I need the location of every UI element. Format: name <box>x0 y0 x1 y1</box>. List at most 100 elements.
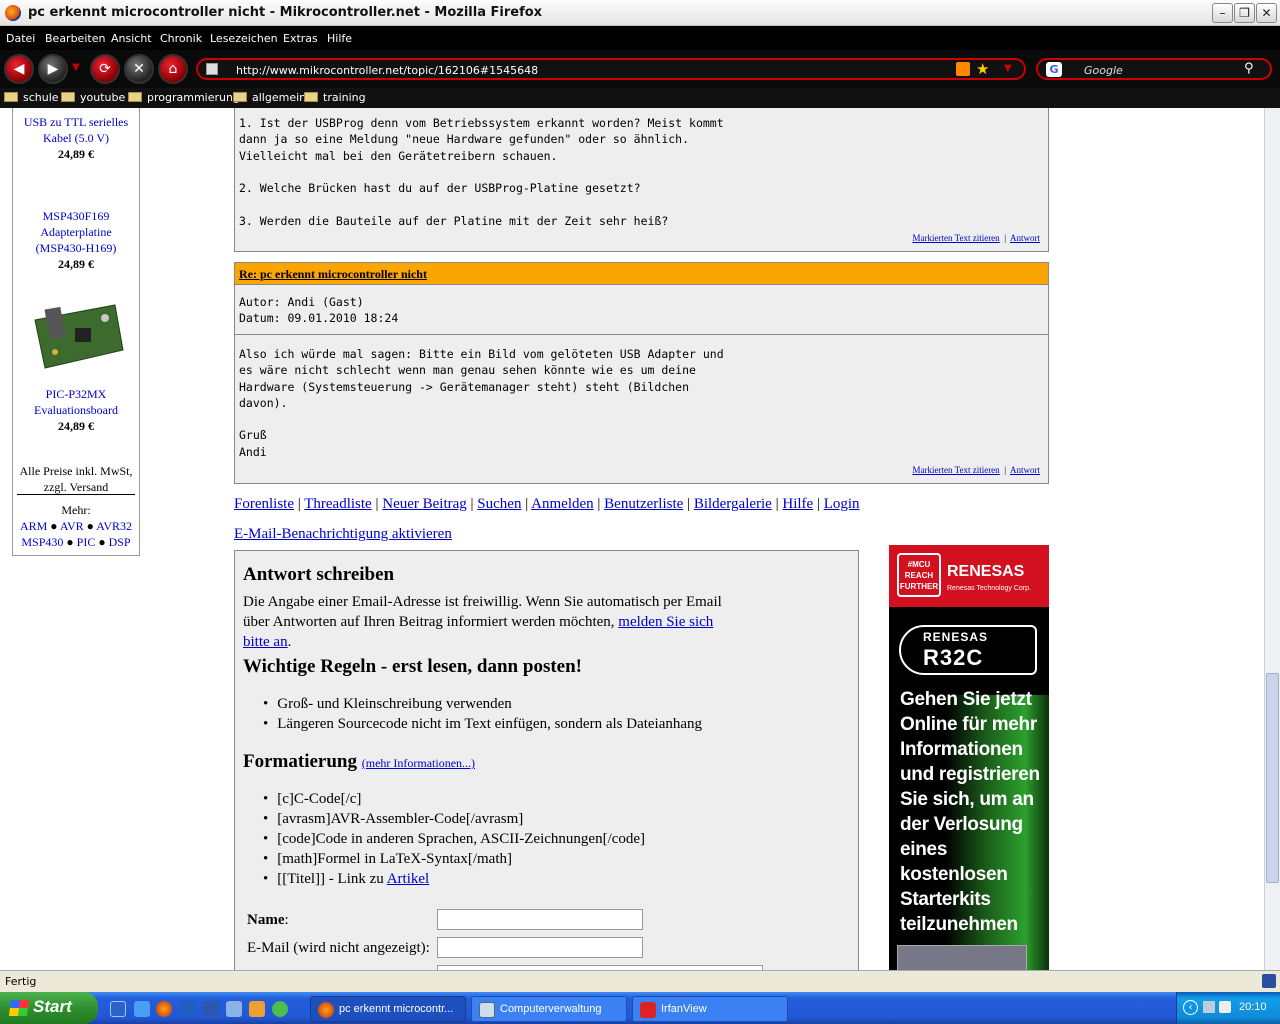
reply-intro: Die Angabe einer Email-Adresse ist freiw… <box>243 594 722 650</box>
bookmark-folder-programmierung[interactable]: programmierung <box>128 91 240 104</box>
windows-logo-icon <box>8 1000 30 1016</box>
maximize-button[interactable]: ❐ <box>1234 3 1255 23</box>
menu-ansicht[interactable]: Ansicht <box>111 32 152 45</box>
name-input[interactable] <box>437 909 643 930</box>
stop-button[interactable]: ✕ <box>124 54 154 84</box>
forum-post: Re: pc erkennt microcontroller nicht Aut… <box>234 262 1049 484</box>
link-suchen[interactable]: Suchen <box>477 496 521 512</box>
quote-selected-link[interactable]: Markierten Text zitieren <box>913 465 1000 475</box>
divider <box>17 494 135 495</box>
article-link[interactable]: Artikel <box>387 871 430 887</box>
taskbar-item-irfanview[interactable]: IrfanView <box>632 996 788 1022</box>
post-body: Also ich würde mal sagen: Bitte ein Bild… <box>239 347 724 459</box>
bookmark-folder-schule[interactable]: schule <box>4 91 59 104</box>
search-input[interactable]: Google <box>1084 64 1123 77</box>
link-anmelden[interactable]: Anmelden <box>531 496 593 512</box>
bookmark-folder-training[interactable]: training <box>304 91 366 104</box>
link-avr[interactable]: AVR <box>60 519 84 533</box>
product-link[interactable]: PIC-P32MX Evaluationsboard <box>34 387 118 417</box>
product-link[interactable]: USB zu TTL serielles Kabel (5.0 V) <box>24 115 128 145</box>
link-hilfe[interactable]: Hilfe <box>782 496 813 512</box>
rss-feed-icon[interactable] <box>956 62 970 76</box>
window-title: pc erkennt microcontroller nicht - Mikro… <box>28 5 543 20</box>
register-link-cont[interactable]: bitte an <box>243 634 288 650</box>
home-button[interactable]: ⌂ <box>158 54 188 84</box>
close-window-button[interactable]: ✕ <box>1256 3 1277 23</box>
forward-button[interactable]: ▶ <box>38 54 68 84</box>
renesas-ad-banner[interactable]: #MCU REACH FURTHER RENESAS Renesas Techn… <box>889 545 1049 970</box>
volume-icon[interactable] <box>1219 1001 1231 1013</box>
menu-chronik[interactable]: Chronik <box>160 32 202 45</box>
link-pic[interactable]: PIC <box>77 535 96 549</box>
post-actions: Markierten Text zitieren | Antwort <box>912 465 1040 475</box>
quicklaunch-firefox-icon[interactable] <box>156 1001 172 1017</box>
network-icon[interactable] <box>1203 1001 1215 1013</box>
url-text[interactable]: http://www.mikrocontroller.net/topic/162… <box>236 64 538 77</box>
url-bar[interactable]: http://www.mikrocontroller.net/topic/162… <box>196 58 1026 80</box>
start-button[interactable]: Start <box>0 992 98 1024</box>
taskbar-item-computerverwaltung[interactable]: Computerverwaltung <box>471 996 627 1022</box>
format-more-link[interactable]: (mehr Informationen...) <box>362 756 475 770</box>
quicklaunch-word-icon[interactable] <box>203 1001 219 1017</box>
quicklaunch-app-icon[interactable] <box>249 1001 265 1017</box>
scrollbar-thumb[interactable] <box>1266 673 1279 883</box>
link-forenliste[interactable]: Forenliste <box>234 496 294 512</box>
product-msp430: MSP430F169 Adapterplatine (MSP430-H169) 24… <box>13 208 139 272</box>
pic-board-image[interactable] <box>25 300 125 370</box>
link-arm[interactable]: ARM <box>20 519 47 533</box>
reply-link[interactable]: Antwort <box>1010 233 1040 243</box>
window-title-bar[interactable]: pc erkennt microcontroller nicht - Mikro… <box>0 0 1280 26</box>
quicklaunch-ie-icon[interactable] <box>110 1001 126 1017</box>
bookmark-star-icon[interactable]: ★ <box>976 60 989 78</box>
post-divider <box>235 334 1048 335</box>
post-actions: Markierten Text zitieren | Antwort <box>912 233 1040 243</box>
link-login[interactable]: Login <box>824 496 860 512</box>
quote-selected-link[interactable]: Markierten Text zitieren <box>913 233 1000 243</box>
register-link[interactable]: melden Sie sich <box>618 614 713 630</box>
back-button[interactable]: ◀ <box>4 54 34 84</box>
taskbar-item-firefox[interactable]: pc erkennt microcontr... <box>310 996 466 1022</box>
link-benutzerliste[interactable]: Benutzerliste <box>604 496 683 512</box>
ad-message: Gehen Sie jetzt Online für mehr Informat… <box>900 689 1040 935</box>
email-label: E-Mail (wird nicht angezeigt): <box>247 940 430 956</box>
tray-expand-icon[interactable]: ‹ <box>1183 1000 1198 1015</box>
menu-hilfe[interactable]: Hilfe <box>327 32 352 45</box>
product-link[interactable]: MSP430F169 Adapterplatine (MSP430-H169) <box>36 209 117 255</box>
link-msp430[interactable]: MSP430 <box>21 535 63 549</box>
clock[interactable]: 20:10 <box>1239 1001 1267 1013</box>
link-bildergalerie[interactable]: Bildergalerie <box>694 496 772 512</box>
link-dsp[interactable]: DSP <box>109 535 131 549</box>
link-avr32[interactable]: AVR32 <box>96 519 132 533</box>
rules-heading: Wichtige Regeln - erst lesen, dann poste… <box>243 656 582 677</box>
menu-lesezeichen[interactable]: Lesezeichen <box>210 32 278 45</box>
menu-extras[interactable]: Extras <box>283 32 318 45</box>
bookmark-folder-youtube[interactable]: youtube <box>61 91 125 104</box>
addon-status-icon[interactable] <box>1262 974 1276 988</box>
menu-datei[interactable]: Datei <box>6 32 35 45</box>
menu-bearbeiten[interactable]: Bearbeiten <box>45 32 105 45</box>
email-input[interactable] <box>437 937 643 958</box>
email-notification-link[interactable]: E-Mail-Benachrichtigung aktivieren <box>234 526 452 543</box>
bookmark-folder-allgemein[interactable]: allgemein <box>233 91 306 104</box>
url-dropdown-icon[interactable]: ▼ <box>1004 63 1012 74</box>
history-dropdown-icon[interactable]: ▼ <box>72 62 80 73</box>
link-threadliste[interactable]: Threadliste <box>304 496 371 512</box>
computer-management-icon <box>479 1002 495 1018</box>
search-bar[interactable]: G Google ⚲ <box>1036 58 1272 80</box>
link-neuer-beitrag[interactable]: Neuer Beitrag <box>382 496 467 512</box>
name-label: Name: <box>247 912 289 928</box>
quicklaunch-messenger-icon[interactable] <box>272 1001 288 1017</box>
quicklaunch-outlook-icon[interactable] <box>180 1001 196 1017</box>
google-engine-icon[interactable]: G <box>1046 62 1062 77</box>
search-icon[interactable]: ⚲ <box>1244 61 1254 76</box>
status-bar: Fertig <box>0 970 1280 992</box>
system-tray: ‹ 20:10 <box>1176 992 1280 1024</box>
reload-button[interactable]: ⟳ <box>90 54 120 84</box>
quicklaunch-desktop-icon[interactable] <box>134 1001 150 1017</box>
post-title-link[interactable]: Re: pc erkennt microcontroller nicht <box>239 267 427 282</box>
reply-link[interactable]: Antwort <box>1010 465 1040 475</box>
minimize-button[interactable]: – <box>1212 3 1233 23</box>
quicklaunch-explorer-icon[interactable] <box>226 1001 242 1017</box>
forum-post: 1. Ist der USBProg denn vom Betriebssyst… <box>234 108 1049 252</box>
vertical-scrollbar[interactable] <box>1264 108 1280 970</box>
